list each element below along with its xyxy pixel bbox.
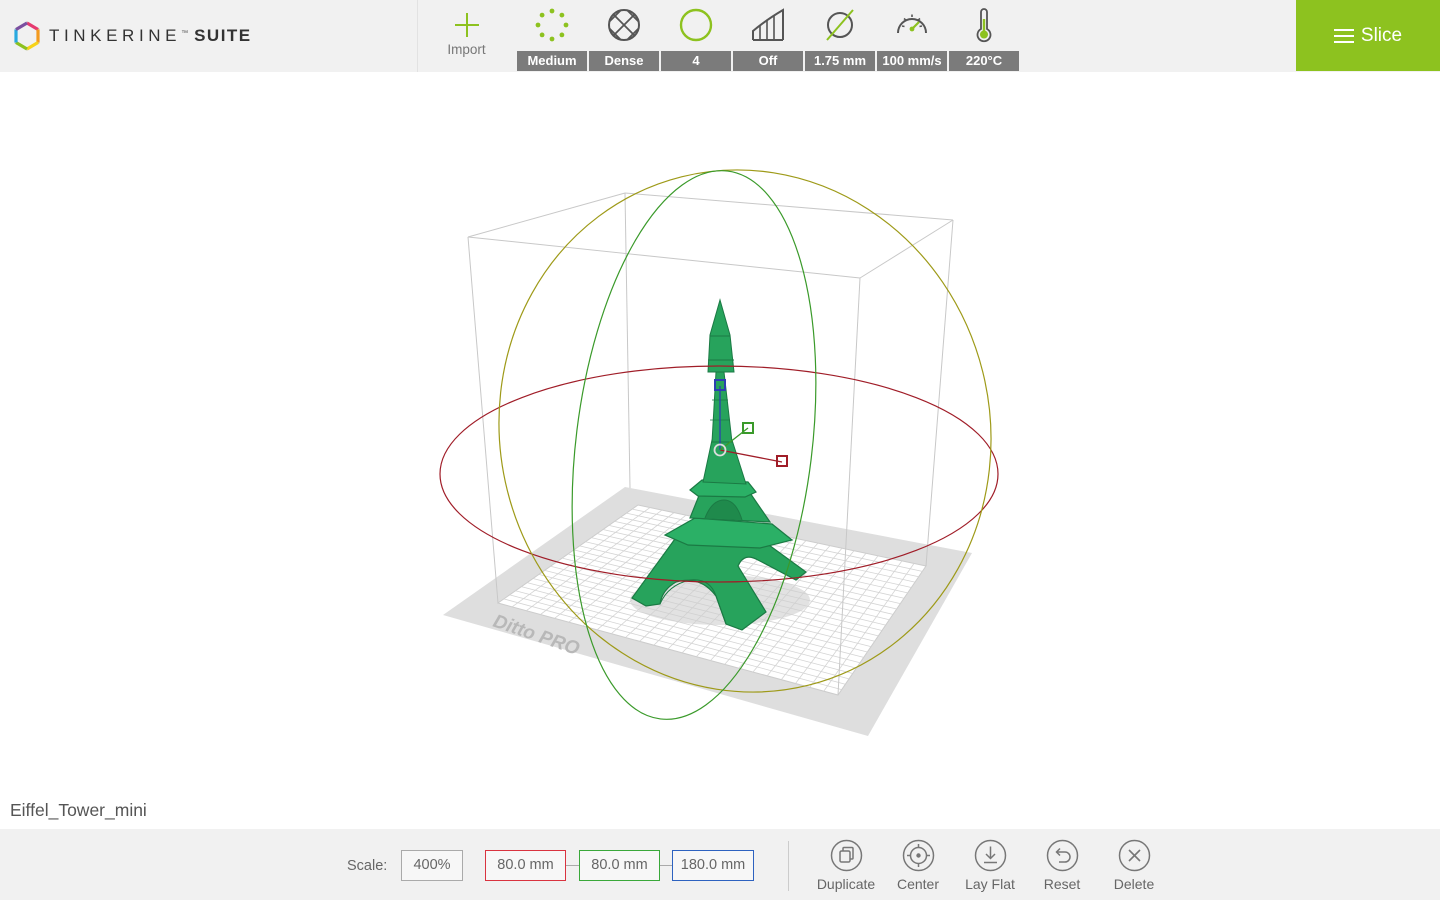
quality-value: Medium	[517, 51, 587, 71]
slice-button[interactable]: Slice	[1296, 0, 1440, 71]
filament-setting-button[interactable]: 1.75 mm	[805, 0, 875, 72]
brand-suite: SUITE	[194, 26, 252, 45]
temperature-value: 220°C	[949, 51, 1019, 71]
speed-setting-button[interactable]: 100 mm/s	[877, 0, 947, 72]
lay-flat-button[interactable]: Lay Flat	[954, 838, 1026, 898]
lay-flat-label: Lay Flat	[965, 876, 1015, 892]
duplicate-button[interactable]: Duplicate	[810, 838, 882, 898]
duplicate-icon	[830, 839, 863, 872]
infill-density-icon	[608, 9, 640, 41]
import-label: Import	[447, 42, 486, 57]
support-structure-icon	[752, 8, 784, 41]
xy-link-line	[566, 865, 579, 866]
z-dimension-input[interactable]: 180.0 mm	[672, 850, 754, 881]
support-setting-button[interactable]: Off	[733, 0, 803, 72]
tinkerine-hex-logo-icon	[14, 21, 40, 51]
crosshair-center-icon	[902, 839, 935, 872]
hamburger-menu-icon	[1333, 28, 1354, 43]
model-name-label: Eiffel_Tower_mini	[10, 800, 147, 820]
reset-undo-icon	[1046, 839, 1079, 872]
quality-setting-button[interactable]: Medium	[517, 0, 587, 72]
brand-trademark: ™	[181, 29, 189, 37]
quality-dots-icon	[535, 8, 569, 42]
delete-button[interactable]: Delete	[1098, 838, 1170, 898]
center-label: Center	[896, 876, 940, 892]
plus-icon	[454, 13, 479, 37]
bottom-toolbar: Scale: 400% 80.0 mm 80.0 mm 180.0 mm Dup…	[0, 829, 1440, 900]
slice-label: Slice	[1360, 24, 1403, 46]
filament-diameter-icon	[826, 9, 854, 41]
shells-setting-button[interactable]: 4	[661, 0, 731, 72]
reset-label: Reset	[1043, 876, 1081, 892]
delete-x-icon	[1118, 839, 1151, 872]
y-dimension-input[interactable]: 80.0 mm	[579, 850, 660, 881]
brand-name: TINKERINE	[49, 26, 182, 45]
speed-value: 100 mm/s	[877, 51, 947, 71]
app-window: TINKERINE ™ SUITE Import Medium Dense 4 …	[0, 0, 1440, 900]
filament-value: 1.75 mm	[805, 51, 875, 71]
toolbar-divider	[788, 841, 789, 891]
speedometer-icon	[897, 14, 927, 34]
delete-label: Delete	[1113, 876, 1155, 892]
duplicate-label: Duplicate	[816, 876, 876, 892]
center-button[interactable]: Center	[882, 838, 954, 898]
support-value: Off	[733, 51, 803, 71]
yz-link-line	[660, 865, 672, 866]
import-button[interactable]: Import	[418, 0, 515, 72]
x-dimension-input[interactable]: 80.0 mm	[485, 850, 566, 881]
thermometer-icon	[976, 8, 992, 43]
shells-value: 4	[661, 51, 731, 71]
top-toolbar: TINKERINE ™ SUITE Import Medium Dense 4 …	[0, 0, 1440, 72]
shell-circle-icon	[679, 8, 713, 42]
infill-value: Dense	[589, 51, 659, 71]
temperature-setting-button[interactable]: 220°C	[949, 0, 1019, 72]
reset-button[interactable]: Reset	[1026, 838, 1098, 898]
brand-logo: TINKERINE ™ SUITE	[0, 0, 418, 72]
scene-canvas: Ditto PRO	[439, 169, 999, 736]
infill-setting-button[interactable]: Dense	[589, 0, 659, 72]
3d-viewport[interactable]: Ditto PRO Eiffel_Tower_mini	[0, 72, 1440, 829]
scale-label: Scale:	[347, 858, 388, 874]
scale-percent-input[interactable]: 400%	[401, 850, 463, 881]
lay-flat-arrow-icon	[974, 839, 1007, 872]
